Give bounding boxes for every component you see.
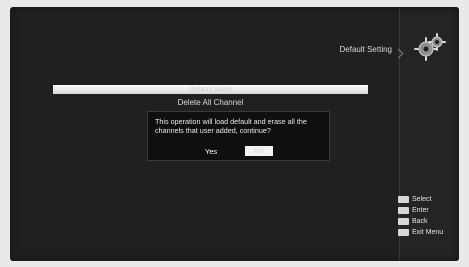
menu-title: Default Setting	[339, 45, 392, 54]
help-row-exit-menu: Exit Menu	[398, 227, 458, 237]
exit-menu-label: Exit Menu	[412, 228, 444, 236]
yes-button[interactable]: Yes	[200, 147, 222, 157]
help-row-enter: Enter	[398, 205, 458, 215]
ok-key-icon	[398, 206, 409, 214]
help-row-select: Select	[398, 194, 458, 204]
back-key-icon	[398, 217, 409, 225]
screen-frame: Default Setting Default Value Delete All…	[0, 0, 469, 267]
select-key-icon	[398, 195, 409, 203]
no-button[interactable]: No	[245, 146, 273, 156]
help-legend: Select Enter Back Exit Menu	[398, 194, 458, 238]
enter-label: Enter	[412, 206, 429, 214]
default-value-item[interactable]: Default Value	[53, 85, 368, 94]
confirm-dialog: This operation will load default and era…	[147, 111, 330, 161]
dialog-message: This operation will load default and era…	[155, 117, 307, 135]
tv-display: Default Setting Default Value Delete All…	[10, 7, 459, 261]
default-value-label: Default Value	[189, 86, 232, 93]
back-label: Back	[412, 217, 428, 225]
help-row-back: Back	[398, 216, 458, 226]
exit-key-icon	[398, 228, 409, 236]
delete-all-channel-item[interactable]: Delete All Channel	[53, 98, 368, 107]
select-label: Select	[412, 195, 432, 203]
gears-icon	[414, 33, 446, 61]
